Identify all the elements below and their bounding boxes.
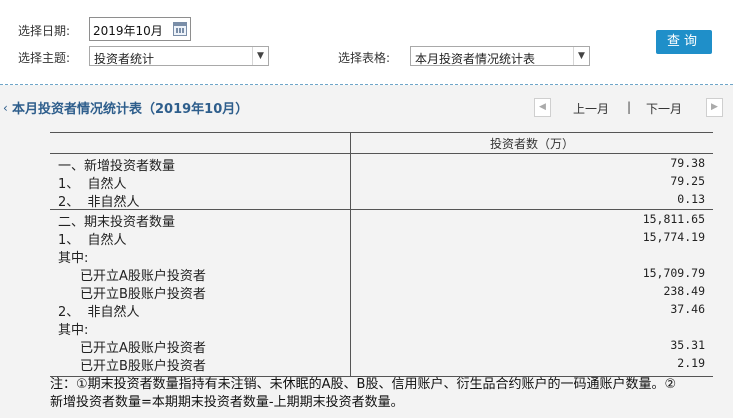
footnote-line: 新增投资者数量=本期期末投资者数量-上期期末投资者数量。 xyxy=(50,395,404,410)
pager-separator: | xyxy=(627,100,632,114)
filter-panel: 选择日期: 2019年10月 选择主题: 投资者统计 ▼ 选择表格: 本月投资者… xyxy=(0,0,733,84)
date-value: 2019年10月 xyxy=(93,24,163,38)
topic-label: 选择主题: xyxy=(18,51,71,65)
row-value: 238.49 xyxy=(663,284,705,298)
row-value: 79.38 xyxy=(670,156,705,170)
calendar-icon[interactable] xyxy=(173,22,187,36)
table-select[interactable]: 本月投资者情况统计表 ▼ xyxy=(410,46,590,66)
title-bullet-icon: ‹ xyxy=(3,101,8,115)
table-row: 1、 自然人 15,774.19 xyxy=(50,228,713,248)
table-row: 其中: xyxy=(50,246,713,266)
table-row: 2、 非自然人 0.13 xyxy=(50,190,713,210)
query-button[interactable]: 查询 xyxy=(656,30,712,54)
stats-table: 投资者数（万） 一、新增投资者数量 79.38 1、 自然人 79.25 2、 … xyxy=(50,132,713,378)
table-row: 已开立B股账户投资者 2.19 xyxy=(50,354,713,374)
footnote-line: 注：①期末投资者数量指持有未注销、未休眠的A股、B股、信用账户、衍生品合约账户的… xyxy=(50,377,677,392)
row-value: 15,709.79 xyxy=(642,266,705,280)
row-label: 已开立B股账户投资者 xyxy=(80,359,206,374)
topic-value: 投资者统计 xyxy=(94,52,155,66)
table-row: 1、 自然人 79.25 xyxy=(50,172,713,192)
row-value: 2.19 xyxy=(677,356,705,370)
row-value: 37.46 xyxy=(670,302,705,316)
dropdown-arrow-icon[interactable]: ▼ xyxy=(573,47,589,65)
topic-select[interactable]: 投资者统计 ▼ xyxy=(89,46,269,66)
table-row: 2、 非自然人 37.46 xyxy=(50,300,713,320)
table-row: 二、期末投资者数量 15,811.65 xyxy=(50,210,713,230)
prev-month-link[interactable]: 上一月 xyxy=(573,100,609,117)
dropdown-arrow-icon[interactable]: ▼ xyxy=(252,47,268,65)
table-row: 已开立A股账户投资者 35.31 xyxy=(50,336,713,356)
row-value: 79.25 xyxy=(670,174,705,188)
footnote: 注：①期末投资者数量指持有未注销、未休眠的A股、B股、信用账户、衍生品合约账户的… xyxy=(50,376,730,412)
table-value: 本月投资者情况统计表 xyxy=(415,52,536,66)
row-value: 15,811.65 xyxy=(642,212,705,226)
date-label: 选择日期: xyxy=(18,24,71,38)
row-value: 15,774.19 xyxy=(642,230,705,244)
next-arrow-icon[interactable]: ▶ xyxy=(706,98,723,117)
row-value: 0.13 xyxy=(677,192,705,206)
table-row: 其中: xyxy=(50,318,713,338)
date-picker[interactable]: 2019年10月 xyxy=(89,17,191,41)
row-value: 35.31 xyxy=(670,338,705,352)
table-border-top xyxy=(50,132,713,133)
report-title: 本月投资者情况统计表（2019年10月） xyxy=(12,102,249,117)
column-header: 投资者数（万） xyxy=(489,137,574,151)
table-row: 一、新增投资者数量 79.38 xyxy=(50,154,713,174)
table-label: 选择表格: xyxy=(338,51,391,65)
table-row: 已开立A股账户投资者 15,709.79 xyxy=(50,264,713,284)
next-month-link[interactable]: 下一月 xyxy=(646,100,682,117)
row-label: 2、 非自然人 xyxy=(58,195,140,210)
table-row: 已开立B股账户投资者 238.49 xyxy=(50,282,713,302)
report-panel: ‹ 本月投资者情况统计表（2019年10月） ◀ 上一月 | 下一月 ▶ 投资者… xyxy=(0,85,733,418)
prev-arrow-icon[interactable]: ◀ xyxy=(534,98,551,117)
